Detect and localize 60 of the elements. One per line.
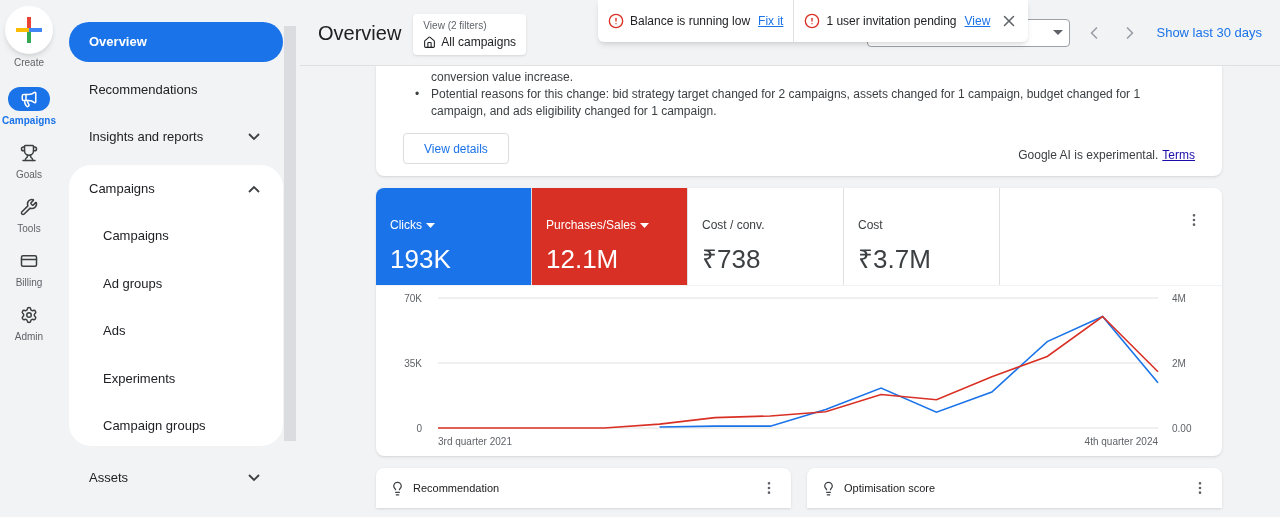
wrench-icon bbox=[20, 198, 38, 216]
bullet-marker: • bbox=[415, 87, 420, 101]
plus-icon bbox=[16, 17, 42, 43]
chevron-up-icon bbox=[248, 184, 260, 193]
metric-tile[interactable]: Purchases/Sales 12.1M bbox=[532, 188, 688, 285]
axis-label: 70K bbox=[404, 293, 422, 304]
toast-message: Balance is running low bbox=[630, 13, 751, 30]
megaphone-icon bbox=[20, 90, 38, 108]
axis-label: 3rd quarter 2021 bbox=[438, 436, 512, 447]
card-title: Recommendation bbox=[413, 480, 501, 496]
chevron-down-icon bbox=[248, 474, 260, 482]
scrollbar[interactable] bbox=[284, 26, 296, 441]
toast-message: 1 user invitation pending bbox=[826, 13, 957, 30]
view-filter[interactable]: View (2 filters) All campaigns bbox=[413, 14, 527, 55]
view-details-button[interactable]: View details bbox=[403, 133, 509, 164]
rail-item[interactable]: Billing bbox=[8, 249, 50, 290]
caret-icon bbox=[1053, 30, 1064, 35]
ai-note: Google AI is experimental. bbox=[1018, 147, 1159, 164]
card-title: Optimisation score bbox=[844, 480, 937, 496]
card-icon bbox=[20, 252, 38, 270]
axis-label: 4M bbox=[1172, 293, 1186, 304]
nav-item[interactable]: Experiments bbox=[69, 358, 283, 399]
lightbulb-icon bbox=[390, 480, 405, 496]
metric-tile[interactable]: Cost / conv. ₹738 bbox=[688, 188, 844, 285]
nav-item[interactable]: Campaign groups bbox=[69, 406, 283, 446]
chevron-down-icon bbox=[248, 133, 260, 141]
toast-link[interactable]: Fix it bbox=[758, 12, 784, 30]
metric-tile[interactable]: Cost ₹3.7M bbox=[844, 188, 1000, 285]
home-icon bbox=[423, 35, 437, 49]
alert-icon bbox=[804, 13, 821, 29]
create-button[interactable] bbox=[5, 6, 53, 54]
trophy-icon bbox=[20, 144, 38, 162]
settings-icon bbox=[20, 306, 38, 324]
nav-item[interactable]: Campaigns bbox=[69, 216, 283, 256]
summary-text: conversion value increase. bbox=[431, 69, 574, 86]
axis-label: 2M bbox=[1172, 358, 1186, 369]
nav-item[interactable]: Ad groups bbox=[69, 263, 283, 304]
nav-item[interactable]: Ads bbox=[69, 311, 283, 351]
rail-item[interactable]: Admin bbox=[8, 303, 50, 344]
axis-label: 4th quarter 2024 bbox=[1084, 436, 1158, 447]
lightbulb-icon bbox=[821, 480, 836, 496]
rail-item[interactable]: Tools bbox=[8, 195, 50, 236]
terms-link[interactable]: Terms bbox=[1162, 146, 1195, 164]
nav-item[interactable]: Insights and reports bbox=[69, 117, 283, 157]
axis-label: 0 bbox=[416, 423, 422, 434]
page-title: Overview bbox=[318, 20, 402, 46]
show-last-link[interactable]: Show last 30 days bbox=[1156, 22, 1262, 43]
rail-label: Create bbox=[14, 56, 44, 70]
nav-item[interactable]: Campaigns bbox=[69, 168, 283, 209]
metric-tile[interactable]: Clicks 193K bbox=[376, 188, 532, 285]
alert-icon bbox=[608, 13, 624, 29]
axis-label: 35K bbox=[404, 358, 422, 369]
nav-item[interactable]: Overview bbox=[69, 22, 283, 62]
rail-item[interactable]: Goals bbox=[8, 141, 50, 182]
toast-link[interactable]: View bbox=[964, 12, 991, 30]
nav-item[interactable]: Recommendations bbox=[69, 69, 283, 110]
summary-text: Potential reasons for this change: bid strategy target changed for 2 campaigns, assets changed for 1 campaign, budget changed for 1 campaign, and ads eligibility changed for 1 campaign. bbox=[431, 86, 1142, 120]
axis-label: 0.00 bbox=[1172, 423, 1192, 434]
rail-item[interactable]: Campaigns bbox=[2, 87, 56, 128]
nav-item[interactable]: Assets bbox=[69, 458, 283, 498]
